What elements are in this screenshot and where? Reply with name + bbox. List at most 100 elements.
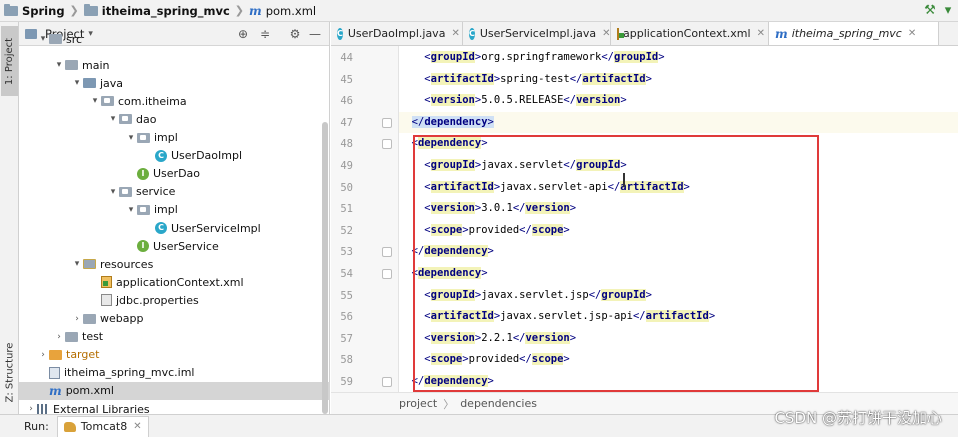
code-line[interactable]: <groupId>javax.servlet.jsp</groupId> [399,285,958,307]
chevron-down-icon[interactable]: ▾ [107,114,119,124]
fold-marker-icon[interactable] [382,247,392,258]
close-icon[interactable]: ✕ [908,28,916,39]
chevron-right-icon[interactable]: › [25,404,37,414]
xml-tag-name: groupId [576,159,621,171]
tree-item[interactable]: ▾ impl [19,129,330,147]
tag-bracket: </ [563,94,577,107]
fold-marker-icon[interactable] [382,117,392,128]
tree-item[interactable]: m pom.xml [19,381,330,400]
code-line[interactable]: <dependency> [399,133,958,155]
chevron-down-icon[interactable]: ▾ [89,96,101,106]
code-line[interactable]: <artifactId>javax.servlet-api</artifactI… [399,177,958,199]
tree-item[interactable]: C UserDaoImpl [19,147,330,165]
code-editor[interactable]: 44 45 46 47 48 49 50 51 52 53 54 55 56 57 58 59 <groupI… [331,46,958,392]
code-line[interactable]: </dependency> [399,241,958,263]
project-tool-tab[interactable]: 1: Project [1,26,18,96]
tree-item[interactable]: applicationContext.xml [19,273,330,291]
tag-bracket: > [481,267,488,279]
chevron-down-icon[interactable]: ▾ [53,60,65,70]
close-icon[interactable]: ✕ [757,28,765,39]
xml-tag-name: groupId [430,288,475,301]
code-line[interactable]: </dependency> [399,371,958,392]
watermark: CSDN @苏打饼干没加心 [774,409,942,427]
editor-tabs: C UserDaoImpl.java ✕ C UserServiceImpl.java ✕… [331,22,958,46]
code-line[interactable]: <dependency> [399,263,958,285]
code-line[interactable]: <scope>provided</scope> [399,220,958,242]
breadcrumb-item-spring[interactable]: Spring [4,3,65,18]
code-line[interactable]: <groupId>javax.servlet</groupId> [399,155,958,177]
xml-tag-name: artifactId [620,180,684,193]
chevron-down-icon[interactable]: ▾ [107,187,119,197]
editor-tab[interactable]: C UserDaoImpl.java ✕ [331,22,463,45]
tree-item-label: impl [154,131,178,144]
line-number: 58 [340,354,353,367]
code-line[interactable]: </dependency> [399,111,958,134]
xml-text-value: org.springframework [481,51,602,63]
code-line[interactable]: <artifactId>javax.servlet.jsp-api</artif… [399,306,958,328]
chevron-right-icon[interactable]: › [71,314,83,324]
code-line[interactable]: <scope>provided</scope> [399,349,958,371]
xml-tag-name: scope [430,223,463,236]
build-hammer-icon[interactable]: ⚒ [922,2,938,18]
tree-item[interactable]: C UserServiceImpl [19,219,330,237]
fold-marker-icon[interactable] [382,139,392,150]
folder-icon [4,3,18,16]
tree-item[interactable]: ▾ impl [19,201,330,219]
fold-marker-icon[interactable] [382,377,392,387]
tree-item[interactable]: › webapp [19,310,330,328]
tree-item[interactable]: itheima_spring_mvc.iml [19,364,330,382]
tree-item[interactable]: ▾ service [19,183,330,201]
tree-item[interactable]: › test [19,328,330,346]
chevron-down-icon[interactable]: ▾ [71,78,83,88]
editor-tab[interactable]: C UserServiceImpl.java ✕ [463,22,611,45]
tree-item[interactable]: ▾ java [19,74,330,92]
close-icon[interactable]: ✕ [451,28,459,39]
project-panel: Project ▾ ⊕ ≑ ⚙ — ▾ src ▾ main ▾ java ▾ com.ith… [19,22,330,416]
run-configuration-icon[interactable]: ▾ [940,2,956,18]
code-line[interactable]: <groupId>org.springframework</groupId> [399,47,958,69]
iml-file-icon [49,366,60,379]
line-gutter: 44 45 46 47 48 49 50 51 52 53 54 55 56 57 58 59 [331,46,399,392]
editor-tab[interactable]: applicationContext.xml ✕ [611,22,769,45]
tree-item[interactable]: ▾ dao [19,110,330,128]
tree-item[interactable]: I UserService [19,237,330,255]
folder-icon [83,313,96,324]
tag-bracket: < [424,310,431,323]
folder-icon [65,331,78,342]
code-line[interactable]: <version>5.0.5.RELEASE</version> [399,90,958,112]
tree-item[interactable]: jdbc.properties [19,291,330,309]
breadcrumb-item-module[interactable]: itheima_spring_mvc [83,3,230,18]
tag-bracket: </ [607,180,621,193]
editor-breadcrumb-dependencies[interactable]: dependencies [460,397,537,410]
code-line[interactable]: <artifactId>spring-test</artifactId> [399,69,958,91]
structure-tool-tab[interactable]: Z: Structure [1,334,18,410]
editor-tab[interactable]: m itheima_spring_mvc ✕ [769,22,939,45]
chevron-down-icon[interactable]: ▾ [71,259,83,269]
code-line[interactable]: <version>3.0.1</version> [399,198,958,220]
tree-item[interactable]: I UserDao [19,165,330,183]
chevron-down-icon[interactable]: ▾ [125,133,137,143]
tomcat-icon [63,421,76,432]
xml-text-value: 2.2.1 [481,331,513,344]
tree-item[interactable]: ▾ com.itheima [19,92,330,110]
editor-breadcrumb-project[interactable]: project [399,397,437,410]
chevron-right-icon[interactable]: › [37,350,49,360]
line-number: 55 [340,289,353,302]
tree-item[interactable]: › target [19,346,330,364]
close-icon[interactable]: ✕ [133,421,141,432]
close-icon[interactable]: ✕ [602,28,610,39]
tree-item[interactable]: ▾ src [19,30,330,48]
tree-item[interactable]: ▾ resources [19,255,330,273]
run-tab-tomcat[interactable]: Tomcat8 ✕ [56,415,149,437]
chevron-down-icon[interactable]: ▾ [125,205,137,215]
code-line[interactable]: <version>2.2.1</version> [399,328,958,350]
fold-marker-icon[interactable] [382,269,392,279]
chevron-right-icon[interactable]: › [53,332,65,342]
chevron-down-icon[interactable]: ▾ [37,34,49,44]
tree-scrollbar[interactable] [322,122,328,414]
tag-bracket: > [481,137,488,150]
tree-item[interactable]: ▾ main [19,56,330,74]
breadcrumb-item-pom[interactable]: m pom.xml [249,4,316,18]
